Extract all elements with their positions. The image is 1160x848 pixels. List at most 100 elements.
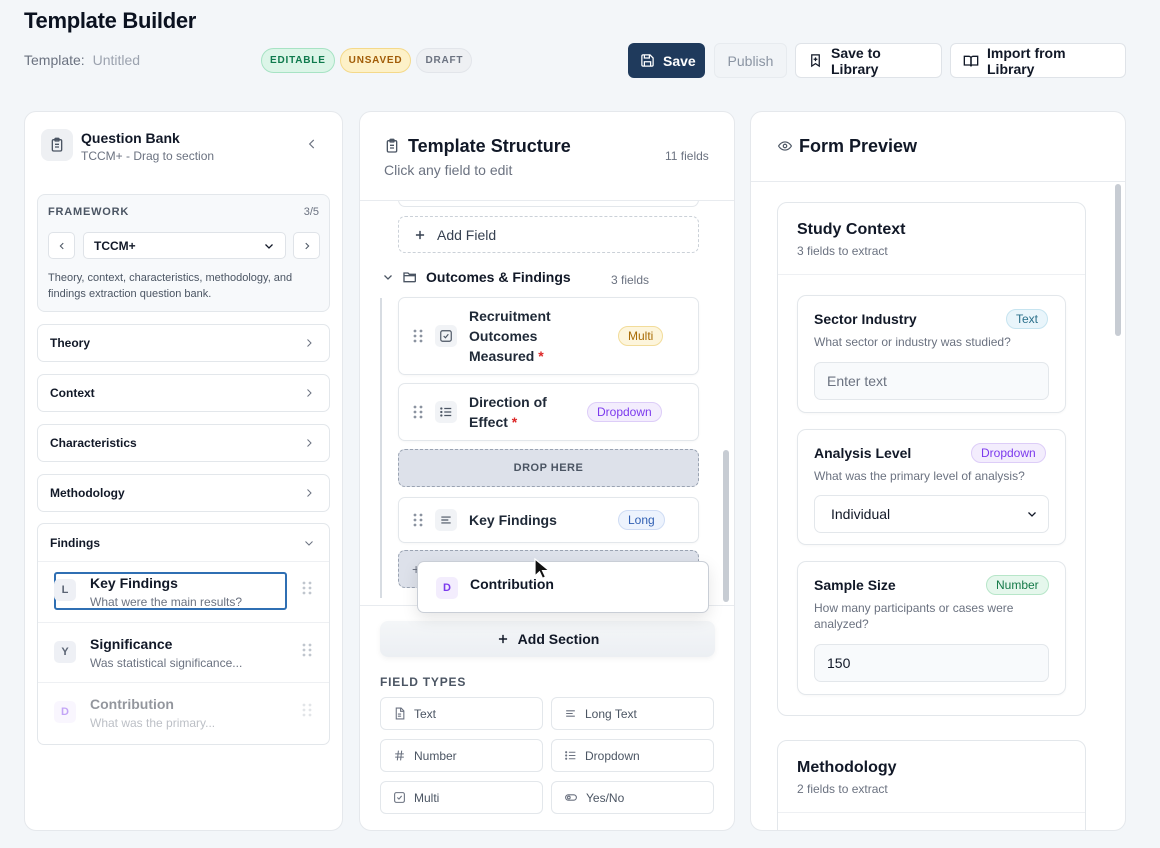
field-type-label: Multi xyxy=(414,790,440,805)
question-bank-subtitle: TCCM+ - Drag to section xyxy=(81,149,215,163)
scrollbar-thumb[interactable] xyxy=(1115,184,1121,336)
type-tag: Dropdown xyxy=(587,402,662,422)
list-icon xyxy=(435,401,457,423)
framework-prev-button[interactable] xyxy=(48,232,75,259)
question-subtitle: What was the primary... xyxy=(90,716,216,730)
field-count: 11 fields xyxy=(665,149,709,163)
section-guide-line xyxy=(380,298,382,598)
framework-next-button[interactable] xyxy=(293,232,320,259)
field-type-long-text[interactable]: Long Text xyxy=(551,697,714,730)
type-letter: D xyxy=(436,577,458,599)
add-section-label: Add Section xyxy=(517,631,600,647)
chevron-right-icon xyxy=(303,387,315,399)
drag-handle-icon[interactable] xyxy=(413,512,423,528)
question-item[interactable]: L Key Findings What were the main result… xyxy=(38,562,329,622)
save-icon xyxy=(640,53,655,68)
type-letter: L xyxy=(54,579,76,601)
add-section-button[interactable]: Add Section xyxy=(380,621,715,657)
template-label: Template: xyxy=(24,52,85,68)
chevron-right-icon xyxy=(303,437,315,449)
template-name[interactable]: Untitled xyxy=(93,52,140,68)
divider xyxy=(778,274,1085,275)
previous-field xyxy=(398,201,699,207)
question-subtitle: Was statistical significance... xyxy=(90,656,243,670)
framework-count: 3/5 xyxy=(303,206,319,218)
category-methodology[interactable]: Methodology xyxy=(37,474,330,512)
field-type-dropdown[interactable]: Dropdown xyxy=(551,739,714,772)
template-structure-subtitle: Click any field to edit xyxy=(384,162,513,178)
drag-preview-card[interactable]: D Contribution xyxy=(417,561,709,613)
eye-icon xyxy=(777,139,793,153)
drag-handle-icon[interactable] xyxy=(413,404,423,420)
chevron-down-icon[interactable] xyxy=(382,271,394,283)
clipboard-icon xyxy=(41,129,73,161)
plus-icon xyxy=(413,228,427,242)
question-item-dragging[interactable]: D Contribution What was the primary... xyxy=(38,682,329,742)
question-item[interactable]: Y Significance Was statistical significa… xyxy=(38,622,329,682)
section-title: Methodology xyxy=(797,759,897,776)
plus-icon xyxy=(496,632,510,646)
publish-button[interactable]: Publish xyxy=(714,43,787,78)
chevron-right-icon xyxy=(303,337,315,349)
field-card[interactable]: Key Findings Long xyxy=(398,497,699,543)
drag-handle-icon[interactable] xyxy=(302,580,312,596)
section-title: Study Context xyxy=(797,221,906,238)
drop-zone[interactable]: DROP HERE xyxy=(398,449,699,487)
required-marker: * xyxy=(511,414,518,430)
drag-handle-icon[interactable] xyxy=(413,328,423,344)
field-type-label: Number xyxy=(414,748,457,763)
draft-badge: DRAFT xyxy=(416,48,473,73)
framework-label: FRAMEWORK xyxy=(48,206,130,218)
type-letter: D xyxy=(54,701,76,723)
category-label: Methodology xyxy=(50,486,125,500)
framework-dropdown[interactable]: TCCM+ xyxy=(83,232,286,259)
category-theory[interactable]: Theory xyxy=(37,324,330,362)
checkbox-icon xyxy=(435,325,457,347)
field-type-label: Long Text xyxy=(585,706,637,721)
preview-section-study-context: Study Context 3 fields to extract Sector… xyxy=(777,202,1086,716)
collapse-panel-icon[interactable] xyxy=(305,137,319,151)
select-value: Individual xyxy=(831,506,891,522)
field-type-number[interactable]: Number xyxy=(380,739,543,772)
section-subtitle: 3 fields to extract xyxy=(797,244,888,258)
form-preview-panel: Form Preview Study Context 3 fields to e… xyxy=(750,111,1126,831)
template-name-row: Template: Untitled xyxy=(24,52,140,68)
select-dropdown[interactable]: Individual xyxy=(814,495,1049,533)
number-input[interactable]: 150 xyxy=(814,644,1049,682)
field-card[interactable]: Recruitment Outcomes Measured * Multi xyxy=(398,297,699,375)
field-type-text[interactable]: Text xyxy=(380,697,543,730)
field-card[interactable]: Direction of Effect * Dropdown xyxy=(398,383,699,441)
findings-header[interactable]: Findings xyxy=(38,524,329,562)
save-button[interactable]: Save xyxy=(628,43,705,78)
drag-handle-icon[interactable] xyxy=(302,642,312,658)
save-to-library-button[interactable]: Save to Library xyxy=(795,43,942,78)
section-subtitle: 2 fields to extract xyxy=(797,782,888,796)
bookmark-plus-icon xyxy=(808,53,823,68)
required-marker: * xyxy=(538,348,544,364)
scrollbar-thumb[interactable] xyxy=(723,450,729,602)
section-field-count: 3 fields xyxy=(611,273,650,287)
import-from-library-button[interactable]: Import from Library xyxy=(950,43,1126,78)
field-type-label: Text xyxy=(414,706,437,721)
unsaved-badge: UNSAVED xyxy=(339,48,412,73)
type-letter: Y xyxy=(54,641,76,663)
category-findings: Findings L Key Findings What were the ma… xyxy=(37,523,330,745)
field-type-yes-no[interactable]: Yes/No xyxy=(551,781,714,814)
type-tag: Multi xyxy=(618,326,664,346)
field-title: Sample Size xyxy=(814,577,896,593)
category-characteristics[interactable]: Characteristics xyxy=(37,424,330,462)
clipboard-icon xyxy=(384,138,400,154)
checkbox-icon xyxy=(393,791,406,804)
add-field-button[interactable]: Add Field xyxy=(398,216,699,253)
category-context[interactable]: Context xyxy=(37,374,330,412)
preview-field: Analysis Level Dropdown What was the pri… xyxy=(797,429,1066,545)
question-bank-title: Question Bank xyxy=(81,130,180,146)
structure-scroll-area[interactable]: Add Field Outcomes & Findings 3 fields R… xyxy=(360,201,734,605)
drag-handle-icon[interactable] xyxy=(302,702,312,718)
field-title: Direction of Effect * xyxy=(469,394,547,430)
chevron-down-icon xyxy=(1026,508,1038,520)
field-type-multi[interactable]: Multi xyxy=(380,781,543,814)
section-header[interactable]: Outcomes & Findings xyxy=(382,269,571,285)
file-text-icon xyxy=(393,707,406,720)
text-input[interactable] xyxy=(814,362,1049,400)
